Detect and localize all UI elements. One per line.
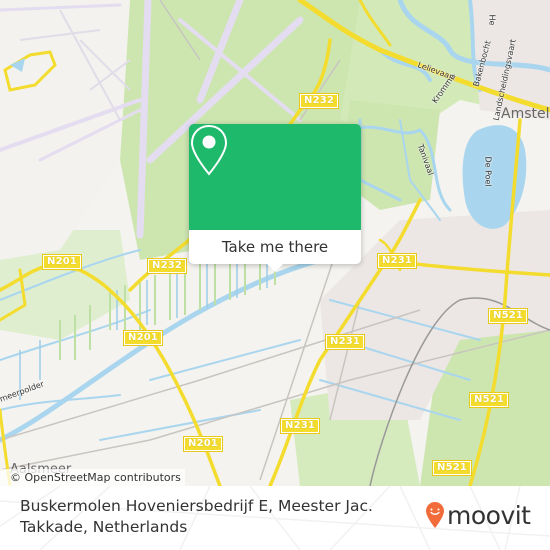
place-label-amstelveen: Amstelv	[501, 106, 550, 122]
street-label-de-poel: De Poel	[483, 156, 493, 187]
road-label-n231: N231	[376, 253, 418, 269]
road-label-n201: N201	[41, 254, 83, 270]
moovit-pin-icon	[426, 502, 444, 528]
moovit-wordmark: moovit	[447, 500, 531, 530]
take-me-there-button[interactable]: Take me there	[189, 230, 361, 264]
popup-header	[189, 124, 361, 230]
address-text: Buskermolen Hoveniersbedrijf E, Meester …	[20, 496, 380, 538]
road-label-n231: N231	[279, 418, 321, 434]
road-label-n232: N232	[146, 258, 188, 274]
map-view[interactable]: N232 N232 N201 N201 N201 N231 N231 N231 …	[0, 0, 550, 486]
road-label-n521: N521	[431, 460, 473, 476]
location-popup: Take me there	[189, 124, 361, 272]
road-label-n521: N521	[487, 308, 529, 324]
address-line-1: Buskermolen Hoveniersbedrijf E, Meester …	[20, 497, 373, 515]
road-label-n232: N232	[298, 93, 340, 109]
road-label-n201: N201	[122, 330, 164, 346]
map-attribution[interactable]: © OpenStreetMap contributors	[0, 469, 185, 486]
address-line-2: Takkade, Netherlands	[20, 518, 188, 536]
popup-arrow	[267, 264, 283, 272]
road-label-n521: N521	[468, 392, 510, 408]
map-pin-icon	[190, 124, 228, 176]
road-label-n201: N201	[182, 436, 224, 452]
street-label-he: He	[487, 14, 497, 26]
moovit-logo[interactable]: moovit	[426, 502, 531, 528]
road-label-n231: N231	[324, 334, 366, 350]
